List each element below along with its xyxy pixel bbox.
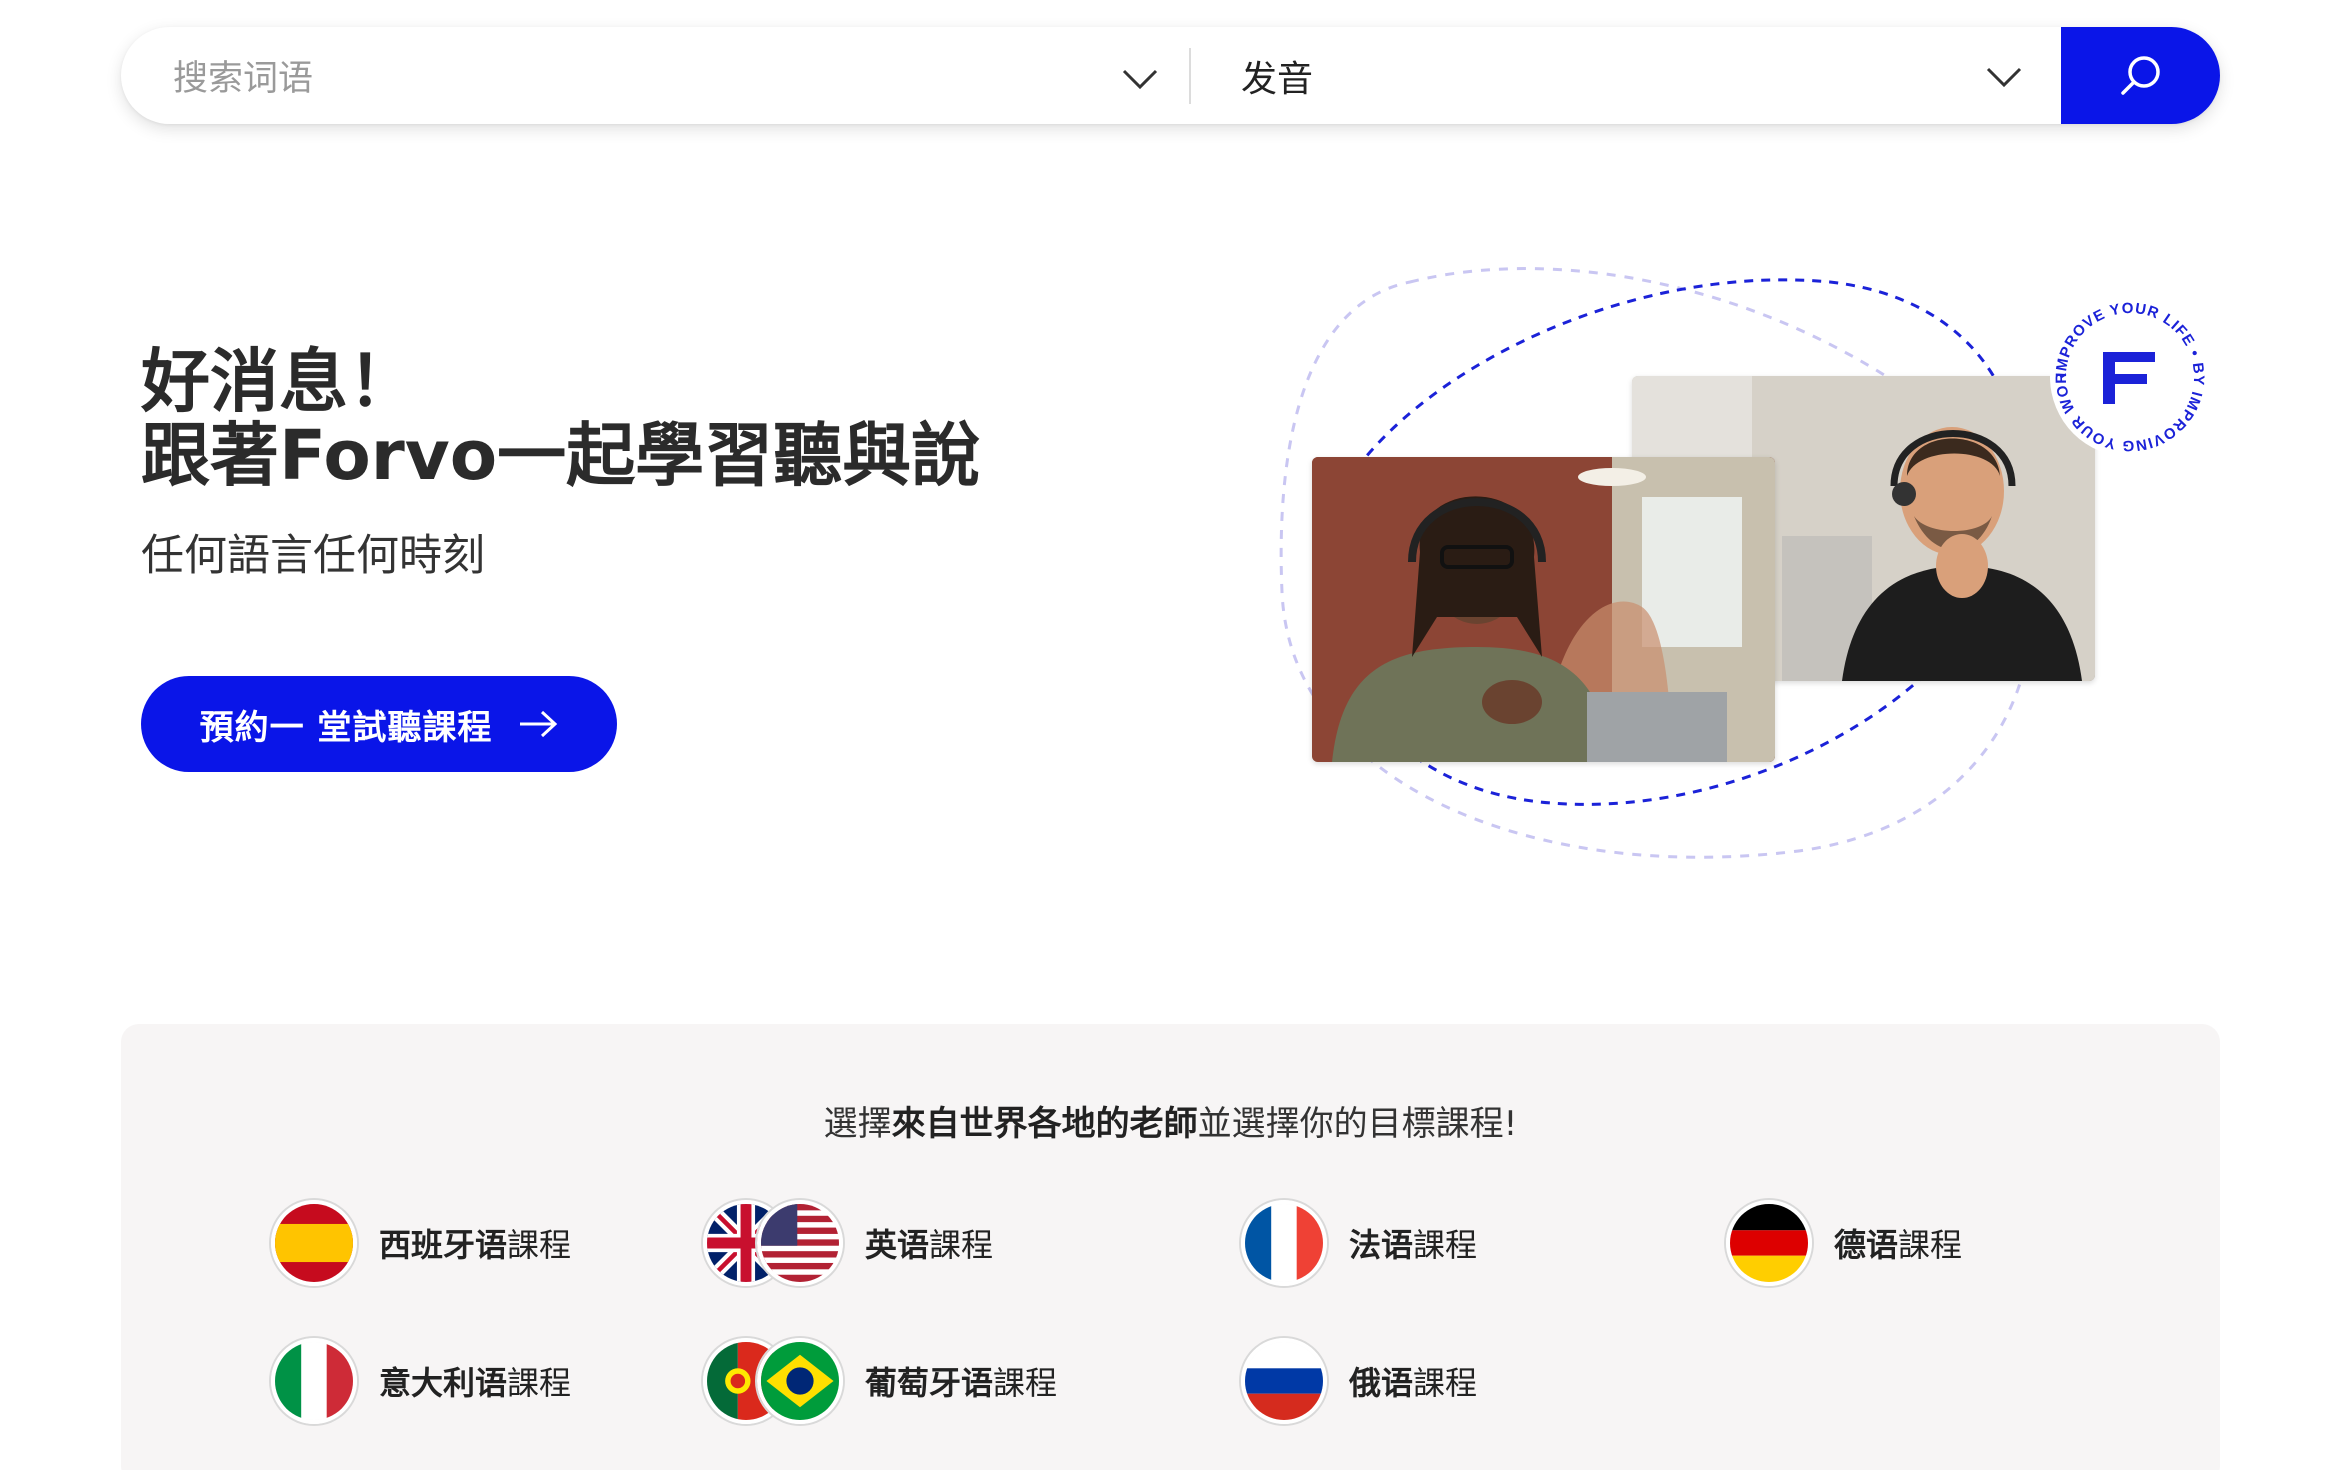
search-icon: [2120, 55, 2160, 95]
hero-title-line-1: 好消息！: [141, 342, 417, 422]
search-button[interactable]: [2061, 27, 2220, 124]
search-bar: 搜索词语 发音: [121, 27, 2220, 124]
search-mode-select[interactable]: 发音: [1191, 27, 2061, 124]
courses-panel: 選擇來自世界各地的老師並選擇你的目標課程! 西班牙语課程 英语課程 法语課程 德…: [121, 1024, 2220, 1470]
course-spanish[interactable]: 西班牙语課程: [271, 1200, 571, 1286]
course-label: 葡萄牙语課程: [865, 1364, 1058, 1402]
courses-heading-bold: 來自世界各地的老師: [891, 1104, 1198, 1144]
search-placeholder: 搜索词语: [173, 59, 314, 99]
course-russian[interactable]: 俄语課程: [1241, 1338, 1477, 1424]
spain-flag-icon: [271, 1200, 357, 1286]
course-label: 英语課程: [865, 1226, 994, 1264]
italy-flag-icon: [271, 1338, 357, 1424]
germany-flag-icon: [1726, 1200, 1812, 1286]
brazil-flag-icon: [757, 1338, 843, 1424]
improve-your-life-badge: IMPROVE YOUR LIFE • BY IMPROVING YOUR WO…: [2045, 292, 2210, 457]
course-english[interactable]: 英语課程: [703, 1200, 993, 1286]
course-italian[interactable]: 意大利语課程: [271, 1338, 571, 1424]
chevron-down-icon[interactable]: [1985, 65, 2023, 89]
course-label: 德语課程: [1834, 1226, 1963, 1264]
courses-heading-pre: 選擇: [823, 1104, 892, 1144]
person-woman: [1312, 457, 1775, 762]
hero-subtitle: 任何語言任何時刻: [141, 531, 485, 581]
chevron-down-icon[interactable]: [1121, 67, 1159, 91]
tutor-photo-woman: [1312, 457, 1775, 762]
course-label: 意大利语課程: [379, 1364, 572, 1402]
course-french[interactable]: 法语課程: [1241, 1200, 1477, 1286]
book-trial-button[interactable]: 預約一 堂試聽課程: [141, 676, 617, 772]
book-trial-label: 預約一 堂試聽課程: [199, 707, 493, 748]
course-portuguese[interactable]: 葡萄牙语課程: [703, 1338, 1057, 1424]
course-label: 法语課程: [1349, 1226, 1478, 1264]
us-flag-icon: [757, 1200, 843, 1286]
france-flag-icon: [1241, 1200, 1327, 1286]
hero-title: 好消息！ 跟著Forvo一起學習聽與說: [141, 345, 980, 493]
hero-title-line-2: 跟著Forvo一起學習聽與說: [141, 416, 981, 496]
hero-illustration: IMPROVE YOUR LIFE • BY IMPROVING YOUR WO…: [1270, 262, 2230, 862]
russia-flag-icon: [1241, 1338, 1327, 1424]
course-german[interactable]: 德语課程: [1726, 1200, 1962, 1286]
search-input[interactable]: 搜索词语: [121, 27, 1189, 124]
arrow-right-icon: [520, 710, 558, 738]
search-mode-label: 发音: [1241, 58, 1314, 100]
courses-heading-post: 並選擇你的目標課程!: [1197, 1104, 1518, 1144]
course-label: 西班牙语課程: [379, 1226, 572, 1264]
course-label: 俄语課程: [1349, 1364, 1478, 1402]
courses-heading: 選擇來自世界各地的老師並選擇你的目標課程!: [121, 1096, 2220, 1145]
